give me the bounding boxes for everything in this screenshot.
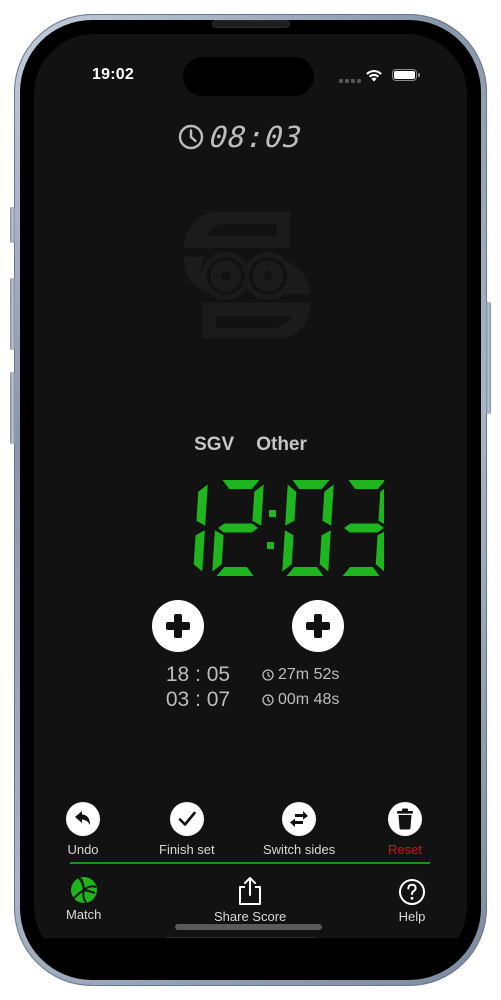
digit-segment [378, 488, 384, 524]
screen-bottom-area [34, 938, 467, 966]
home-indicator-divider [165, 937, 317, 938]
volume-down-button [10, 372, 15, 444]
power-button [486, 302, 491, 414]
away-score-digit [342, 480, 384, 576]
digit-segment [322, 484, 334, 526]
swap-arrows-icon [290, 811, 309, 827]
match-clock-time: 08:03 [208, 120, 305, 154]
toolbar-divider [70, 862, 430, 864]
share-icon [239, 877, 262, 905]
add-point-away-button[interactable] [292, 600, 344, 652]
add-point-home-button[interactable] [152, 600, 204, 652]
checkmark-icon [178, 811, 196, 826]
question-circle-icon [399, 879, 425, 905]
home-score-digit [193, 484, 208, 572]
earpiece-speaker [213, 21, 289, 27]
digit-segment [216, 567, 254, 576]
home-score-digit [212, 480, 264, 576]
finish-set-label: Finish set [159, 842, 215, 857]
away-team-name[interactable]: Other [256, 434, 307, 456]
colon-dot [269, 510, 276, 517]
digit-segment [292, 480, 330, 489]
undo-button[interactable]: Undo [66, 802, 100, 857]
set-duration: 00m 48s [278, 691, 340, 708]
switch-sides-button[interactable]: Switch sides [263, 802, 335, 857]
action-button [10, 207, 15, 243]
cellular-signal-icon [339, 79, 361, 83]
trash-icon [397, 808, 413, 830]
battery-cap [418, 73, 420, 77]
digit-segment [344, 523, 384, 533]
colon-dot [267, 542, 274, 549]
switch-sides-label: Switch sides [263, 842, 336, 857]
volume-up-button [10, 278, 15, 350]
digit-segment [342, 567, 380, 576]
set-score: 18 : 05 [165, 663, 231, 686]
digit-segment [285, 484, 297, 526]
digit-segment [286, 567, 324, 576]
digit-segment [222, 480, 260, 489]
tab-help[interactable]: Help [398, 878, 426, 924]
digit-segment [375, 531, 384, 572]
tab-share-score[interactable]: Share Score [214, 876, 286, 924]
dynamic-island [183, 57, 314, 96]
digit-segment [348, 480, 384, 489]
digit-segment [252, 484, 264, 526]
reset-button[interactable]: Reset [388, 802, 422, 857]
set-score: 03 : 07 [165, 688, 231, 711]
clock-icon [178, 124, 204, 150]
digit-segment [196, 484, 208, 526]
reset-label: Reset [388, 842, 422, 857]
away-score-digit [282, 480, 334, 576]
digit-segment [218, 523, 258, 533]
battery-full-icon [392, 69, 417, 81]
clock-icon [262, 668, 274, 681]
undo-label: Undo [67, 842, 99, 857]
undo-arrow-icon [75, 811, 90, 825]
app-logo-watermark [184, 212, 311, 339]
tab-match-label: Match [66, 907, 102, 922]
clock-icon [262, 693, 274, 706]
action-toolbar: Undo Finish set Switch sides Reset [62, 802, 442, 862]
tab-share-score-label: Share Score [214, 909, 287, 924]
digit-segment [282, 530, 294, 572]
score-separator [267, 510, 276, 549]
volleyball-icon [70, 877, 97, 904]
digit-segment [212, 530, 224, 572]
wifi-icon [366, 70, 382, 82]
screen: 19:02 08:03 SGV Other 18: 05 03: 07 27… [34, 34, 467, 966]
set-durations: 27m 52s 00m 48s [262, 662, 339, 712]
finish-set-button[interactable]: Finish set [159, 802, 215, 857]
score-display [193, 480, 384, 576]
tab-match[interactable]: Match [66, 876, 101, 922]
digit-segment [193, 530, 205, 572]
set-duration: 27m 52s [278, 666, 340, 683]
match-clock: 08:03 [178, 120, 305, 154]
team-names: SGV Other [34, 434, 467, 456]
tab-help-label: Help [398, 909, 426, 924]
digit-segment [319, 530, 331, 572]
status-time: 19:02 [92, 66, 134, 83]
home-team-name[interactable]: SGV [194, 434, 234, 456]
home-indicator[interactable] [175, 924, 322, 930]
set-scores: 18 : 05 03 : 07 [158, 662, 238, 712]
